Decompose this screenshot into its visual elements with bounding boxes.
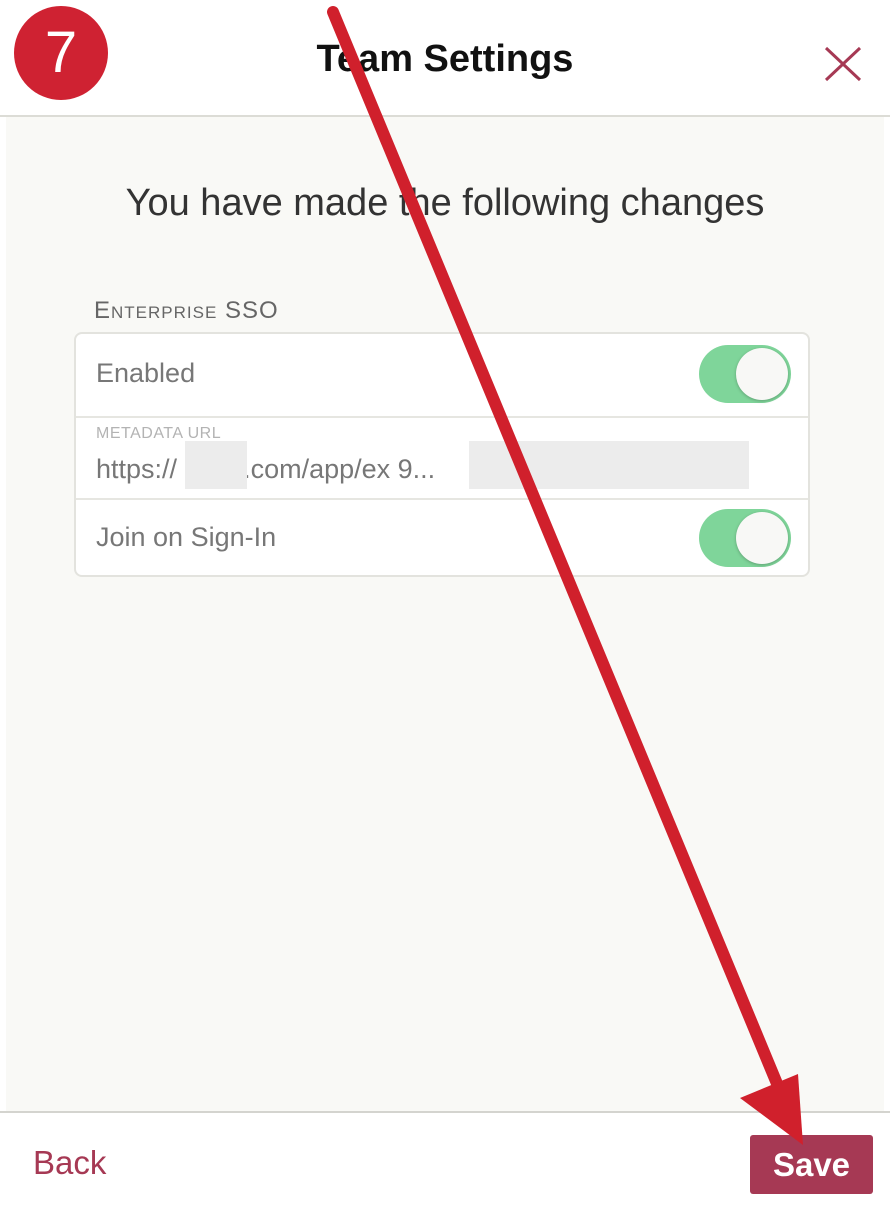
footer-bar: Back Save <box>0 1111 890 1205</box>
changes-heading: You have made the following changes <box>125 182 765 224</box>
redaction-block <box>469 441 749 489</box>
enabled-toggle[interactable] <box>699 345 791 403</box>
metadata-url-row: METADATA URL https:// .okta.com/app/ex 9… <box>76 416 808 498</box>
enabled-label: Enabled <box>96 358 196 388</box>
toggle-knob <box>736 512 788 564</box>
close-icon[interactable] <box>820 40 868 88</box>
header-bar: Team Settings <box>0 0 890 117</box>
page-title: Team Settings <box>316 38 574 80</box>
enabled-row: Enabled <box>76 334 808 416</box>
join-on-signin-label: Join on Sign-In <box>96 522 277 552</box>
redaction-block <box>185 441 247 489</box>
toggle-knob <box>736 348 788 400</box>
content-panel: You have made the following changes Ente… <box>6 117 884 1111</box>
section-label-enterprise-sso: Enterprise SSO <box>94 297 279 324</box>
save-button[interactable]: Save <box>750 1135 873 1194</box>
back-link[interactable]: Back <box>33 1144 106 1182</box>
join-on-signin-toggle[interactable] <box>699 509 791 567</box>
step-number-badge: 7 <box>14 6 108 100</box>
join-on-signin-row: Join on Sign-In <box>76 498 808 575</box>
changes-card: Enabled METADATA URL https:// .okta.com/… <box>74 332 810 577</box>
